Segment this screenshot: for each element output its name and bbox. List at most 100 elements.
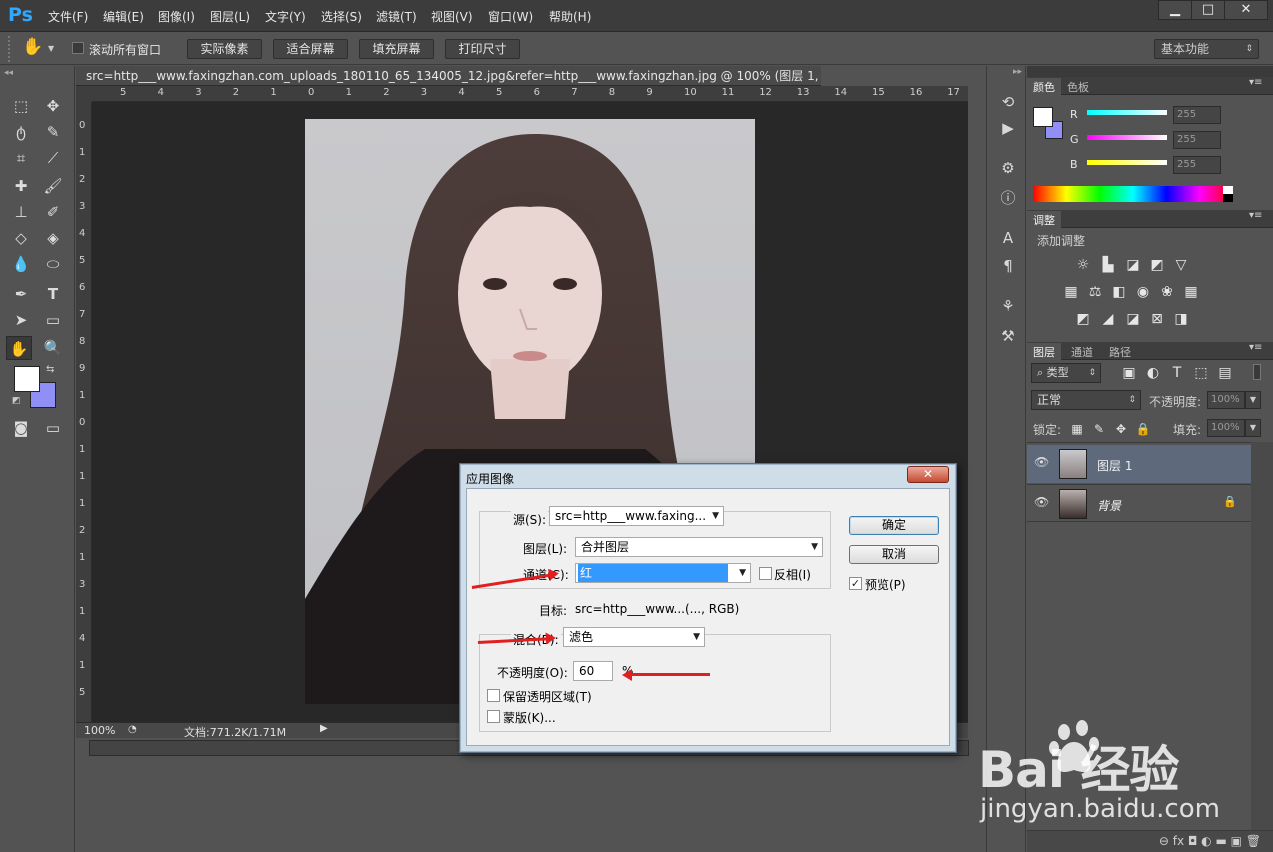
menu-filter[interactable]: 滤镜(T) bbox=[376, 8, 417, 25]
preserve-transparency-checkbox[interactable] bbox=[487, 689, 500, 702]
hand-tool-icon[interactable]: ✋ bbox=[22, 37, 43, 57]
scroll-all-windows-checkbox[interactable] bbox=[72, 42, 84, 57]
menu-window[interactable]: 窗口(W) bbox=[488, 8, 533, 25]
tab-paths[interactable]: 路径 bbox=[1103, 343, 1137, 361]
menu-edit[interactable]: 编辑(E) bbox=[103, 8, 144, 25]
menu-view[interactable]: 视图(V) bbox=[431, 8, 473, 25]
background-layer-name[interactable]: 背景 bbox=[1097, 497, 1121, 514]
actions-panel-icon[interactable]: ▶ bbox=[997, 118, 1019, 138]
grip-handle[interactable] bbox=[8, 36, 12, 62]
tab-adjustments[interactable]: 调整 bbox=[1027, 211, 1061, 229]
tool-presets-icon[interactable]: ⚒ bbox=[997, 326, 1019, 346]
invert-checkbox[interactable] bbox=[759, 567, 772, 580]
curves-icon[interactable]: ◪ bbox=[1123, 256, 1143, 274]
brush-tool-icon[interactable]: 🖌 bbox=[40, 174, 66, 198]
type-tool-icon[interactable]: T bbox=[40, 282, 66, 306]
source-select[interactable]: src=http___www.faxing... ▼ bbox=[549, 506, 724, 526]
path-select-tool-icon[interactable]: ➤ bbox=[8, 308, 34, 332]
black-white-icon[interactable]: ◧ bbox=[1109, 283, 1129, 301]
quick-mask-icon[interactable]: ◙ bbox=[8, 416, 34, 440]
tab-layers[interactable]: 图层 bbox=[1027, 343, 1061, 361]
filter-adjust-icon[interactable]: ◐ bbox=[1143, 364, 1163, 382]
menu-type[interactable]: 文字(Y) bbox=[265, 8, 306, 25]
lock-pixels-icon[interactable]: ✎ bbox=[1089, 420, 1109, 438]
blur-tool-icon[interactable]: 💧 bbox=[8, 252, 34, 276]
screen-mode-icon[interactable]: ▭ bbox=[40, 416, 66, 440]
hue-saturation-icon[interactable]: ▦ bbox=[1061, 283, 1081, 301]
mask-label[interactable]: 蒙版(K)... bbox=[503, 709, 556, 726]
layer-opacity-value[interactable]: 100% bbox=[1207, 391, 1245, 409]
print-size-button[interactable]: 打印尺寸 bbox=[445, 39, 520, 59]
filter-smart-icon[interactable]: ▤ bbox=[1215, 364, 1235, 382]
filter-shape-icon[interactable]: ⬚ bbox=[1191, 364, 1211, 382]
r-value[interactable]: 255 bbox=[1173, 106, 1221, 124]
tab-swatches[interactable]: 色板 bbox=[1061, 78, 1095, 96]
opacity-dropdown-icon[interactable]: ▼ bbox=[1245, 391, 1261, 409]
channel-select[interactable]: 红 ▼ bbox=[575, 563, 751, 583]
history-panel-icon[interactable]: ⟲ bbox=[997, 92, 1019, 112]
mask-checkbox[interactable] bbox=[487, 710, 500, 723]
crop-tool-icon[interactable]: ⌗ bbox=[8, 146, 34, 170]
expand-panels-icon[interactable]: ▸▸ bbox=[1013, 67, 1022, 77]
status-info-icon[interactable]: ◔ bbox=[128, 724, 137, 735]
eyedropper-tool-icon[interactable]: ⟋ bbox=[40, 146, 66, 170]
ok-button[interactable]: 确定 bbox=[849, 516, 939, 535]
properties-panel-icon[interactable]: ⚙ bbox=[997, 158, 1019, 178]
character-panel-icon[interactable]: A bbox=[997, 228, 1019, 248]
workspace-select[interactable]: 基本功能 ⇕ bbox=[1154, 39, 1259, 59]
spectrum-bw[interactable] bbox=[1223, 186, 1233, 202]
color-spectrum[interactable] bbox=[1033, 186, 1233, 202]
tab-channels[interactable]: 通道 bbox=[1065, 343, 1099, 361]
lock-all-icon[interactable]: 🔒 bbox=[1133, 420, 1153, 438]
g-slider[interactable] bbox=[1087, 135, 1167, 140]
r-slider[interactable] bbox=[1087, 110, 1167, 115]
menu-layer[interactable]: 图层(L) bbox=[210, 8, 250, 25]
lasso-tool-icon[interactable]: ტ bbox=[8, 120, 34, 144]
levels-icon[interactable]: ▙ bbox=[1098, 256, 1118, 274]
menu-select[interactable]: 选择(S) bbox=[321, 8, 362, 25]
minimize-button[interactable]: ▁ bbox=[1158, 0, 1192, 20]
threshold-icon[interactable]: ◪ bbox=[1123, 310, 1143, 328]
layers-scrollbar[interactable] bbox=[1251, 442, 1273, 832]
info-panel-icon[interactable]: ⓘ bbox=[997, 188, 1019, 208]
color-balance-icon[interactable]: ⚖ bbox=[1085, 283, 1105, 301]
fill-dropdown-icon[interactable]: ▼ bbox=[1245, 419, 1261, 437]
filter-type-icon[interactable]: T bbox=[1167, 364, 1187, 382]
adjust-menu-icon[interactable]: ▾≡ bbox=[1249, 210, 1262, 221]
gradient-map-icon[interactable]: ◨ bbox=[1171, 310, 1191, 328]
blend-mode-select[interactable]: 正常 ⇕ bbox=[1031, 390, 1141, 410]
collapse-icon[interactable]: ◂◂ bbox=[4, 68, 13, 78]
layers-menu-icon[interactable]: ▾≡ bbox=[1249, 342, 1262, 353]
g-value[interactable]: 255 bbox=[1173, 131, 1221, 149]
dialog-close-button[interactable]: ✕ bbox=[907, 466, 949, 483]
move-tool-icon[interactable]: ✥ bbox=[40, 94, 66, 118]
opacity-input[interactable]: 60 bbox=[573, 661, 613, 681]
fill-screen-button[interactable]: 填充屏幕 bbox=[359, 39, 434, 59]
layers-bottom-toolbar[interactable]: ⊖ fx ◘ ◐ ▬ ▣ 🗑 bbox=[1027, 830, 1273, 852]
lock-transparent-icon[interactable]: ▦ bbox=[1067, 420, 1087, 438]
cancel-button[interactable]: 取消 bbox=[849, 545, 939, 564]
photo-filter-icon[interactable]: ◉ bbox=[1133, 283, 1153, 301]
panel-menu-icon[interactable]: ▾≡ bbox=[1249, 77, 1262, 88]
brush-presets-icon[interactable]: ⚘ bbox=[997, 296, 1019, 316]
visibility-eye-icon[interactable]: 👁 bbox=[1034, 455, 1049, 469]
foreground-color-swatch-top[interactable] bbox=[14, 366, 40, 392]
default-colors-icon[interactable]: ◩ bbox=[12, 396, 21, 406]
panel-foreground-swatch[interactable] bbox=[1033, 107, 1053, 127]
exposure-icon[interactable]: ◩ bbox=[1147, 256, 1167, 274]
fill-value[interactable]: 100% bbox=[1207, 419, 1245, 437]
paragraph-panel-icon[interactable]: ¶ bbox=[997, 256, 1019, 276]
filter-toggle[interactable] bbox=[1253, 364, 1261, 380]
rectangle-tool-icon[interactable]: ▭ bbox=[40, 308, 66, 332]
zoom-tool-icon[interactable]: 🔍 bbox=[40, 336, 66, 360]
healing-brush-tool-icon[interactable]: ✚ bbox=[8, 174, 34, 198]
menu-help[interactable]: 帮助(H) bbox=[549, 8, 591, 25]
menu-image[interactable]: 图像(I) bbox=[158, 8, 195, 25]
b-slider[interactable] bbox=[1087, 160, 1167, 165]
layer-kind-filter[interactable]: ⌕ 类型 ⇕ bbox=[1031, 363, 1101, 383]
dodge-tool-icon[interactable]: ⬭ bbox=[40, 252, 66, 276]
preview-checkbox[interactable]: ✓ bbox=[849, 577, 862, 590]
swap-colors-icon[interactable]: ⇆ bbox=[46, 364, 54, 375]
tool-preset-dropdown-icon[interactable]: ▼ bbox=[48, 44, 54, 53]
b-value[interactable]: 255 bbox=[1173, 156, 1221, 174]
